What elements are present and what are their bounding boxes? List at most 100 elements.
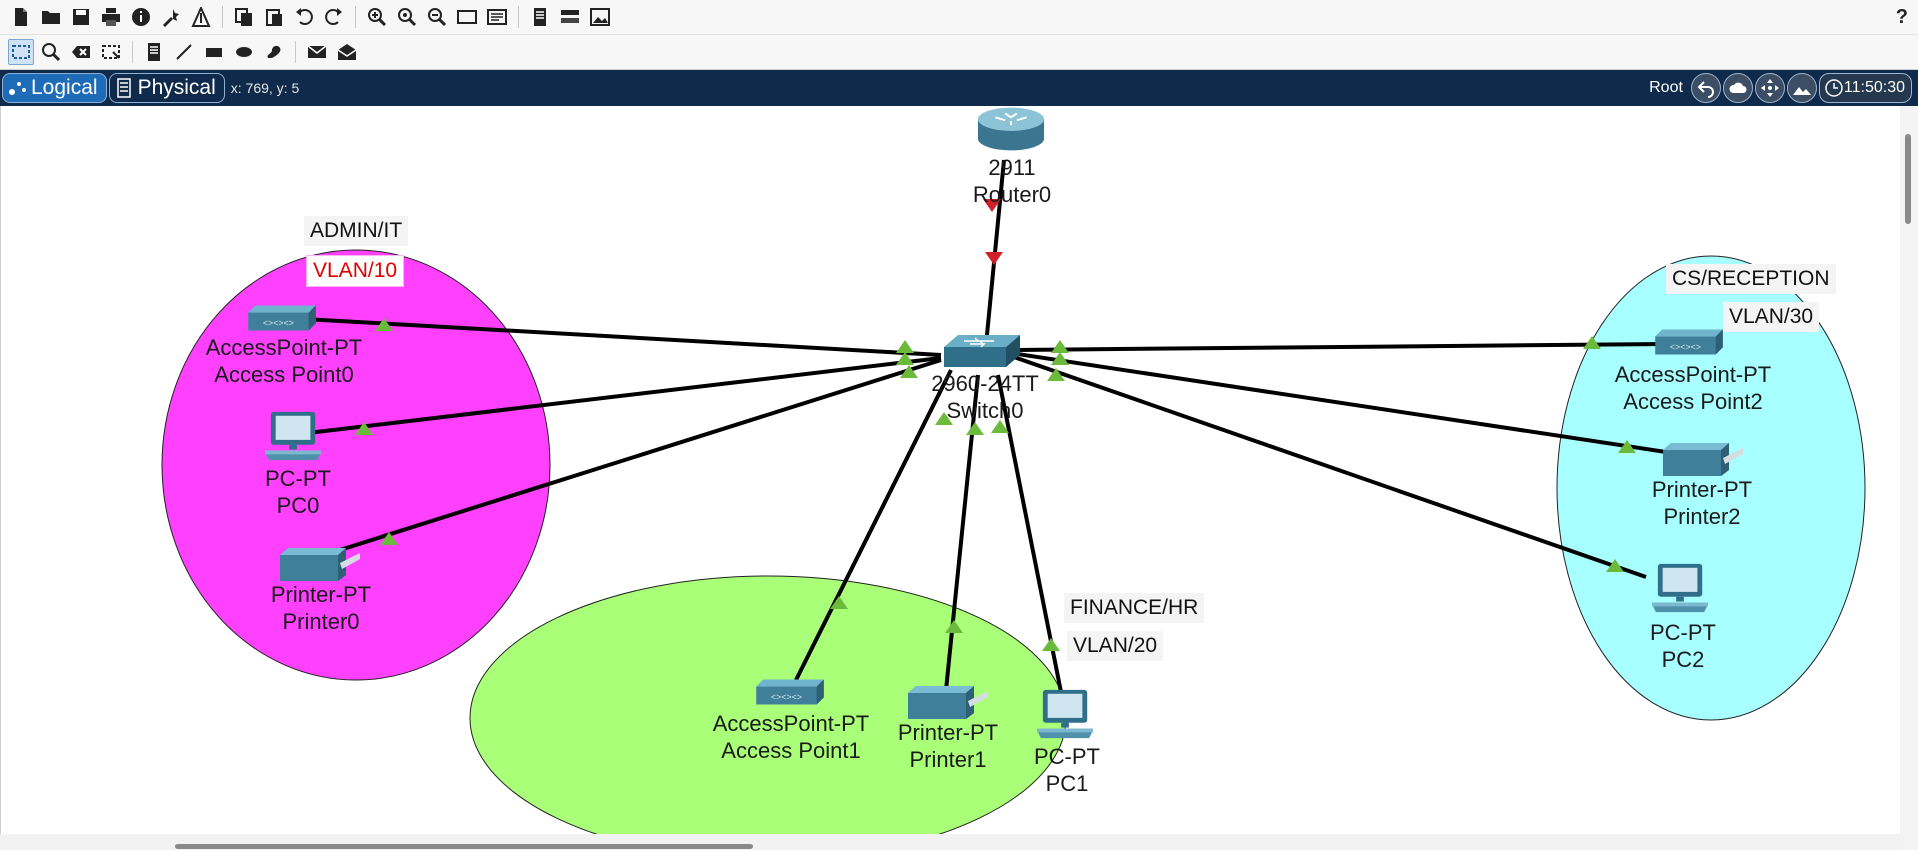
access-point-icon[interactable] (756, 679, 824, 705)
admin-zone-vlan[interactable]: VLAN/10 (306, 255, 405, 287)
tab-logical-label: Logical (31, 76, 98, 99)
move-object-icon[interactable] (1754, 73, 1785, 103)
new-cluster-icon[interactable] (1722, 73, 1753, 103)
ap1-model: AccessPoint-PT (712, 711, 870, 736)
custom-devices-dialog-icon[interactable] (484, 4, 510, 30)
tab-physical-label: Physical (137, 76, 216, 99)
paste-icon[interactable] (261, 4, 287, 30)
zoom-reset-icon[interactable] (394, 4, 420, 30)
toolbar-divider (355, 6, 356, 28)
tab-physical[interactable]: Physical (108, 73, 225, 103)
cs-zone-title[interactable]: CS/RECEPTION (1666, 264, 1836, 294)
zoom-in-icon[interactable] (364, 4, 390, 30)
clock-icon (1825, 79, 1843, 97)
printer0-name: Printer0 (282, 609, 360, 634)
toolbar-divider (295, 41, 296, 63)
ap0-model: AccessPoint-PT (205, 335, 363, 360)
cs-zone-vlan[interactable]: VLAN/30 (1723, 302, 1820, 332)
pc-icon[interactable] (265, 411, 321, 461)
cursor-coordinates: x: 769, y: 5 (230, 80, 300, 96)
undo-icon[interactable] (291, 4, 317, 30)
pc2-label: PC-PT PC2 (1650, 619, 1716, 673)
admin-zone-title[interactable]: ADMIN/IT (304, 216, 409, 246)
delete-icon[interactable] (68, 39, 94, 65)
horizontal-scrollbar[interactable] (0, 834, 1900, 850)
print-icon[interactable] (98, 4, 124, 30)
access-point-icon[interactable] (248, 305, 316, 331)
pc0-name: PC0 (276, 493, 320, 518)
printer2-label: Printer-PT Printer2 (1652, 476, 1752, 530)
printer2-model: Printer-PT (1651, 477, 1753, 502)
toolbar-divider (518, 6, 519, 28)
vertical-scrollbar[interactable] (1900, 106, 1918, 834)
finance-zone-title[interactable]: FINANCE/HR (1064, 593, 1205, 623)
link-switch-ap2[interactable] (1010, 342, 1667, 352)
resize-icon[interactable] (98, 39, 124, 65)
horizontal-scroll-thumb[interactable] (175, 844, 753, 849)
rectangle-icon[interactable] (201, 39, 227, 65)
back-icon[interactable] (1690, 73, 1721, 103)
open-folder-icon[interactable] (38, 4, 64, 30)
ap2-model: AccessPoint-PT (1614, 362, 1772, 387)
ellipse-icon[interactable] (231, 39, 257, 65)
vertical-scroll-thumb[interactable] (1905, 134, 1911, 224)
drawing-palette-icon[interactable] (454, 4, 480, 30)
clock-time: 11:50:30 (1843, 79, 1905, 96)
access-point-icon[interactable] (1655, 329, 1723, 355)
router-icon[interactable] (976, 106, 1046, 152)
copy-icon[interactable] (231, 4, 257, 30)
printer0-label: Printer-PT Printer0 (271, 581, 371, 635)
pc0-label: PC-PT PC0 (265, 465, 331, 519)
finance-zone[interactable] (469, 575, 1067, 834)
add-complex-pdu-icon[interactable] (334, 39, 360, 65)
pc-icon[interactable] (1037, 689, 1093, 739)
save-icon[interactable] (68, 4, 94, 30)
link-light (1051, 340, 1069, 353)
link-switch-pc2[interactable] (1010, 354, 1647, 579)
printer1-label: Printer-PT Printer1 (898, 719, 998, 773)
zoom-out-icon[interactable] (424, 4, 450, 30)
printer1-name: Printer1 (909, 747, 987, 772)
pc0-model: PC-PT (265, 466, 331, 491)
redo-icon[interactable] (321, 4, 347, 30)
custom-device-icon[interactable] (188, 4, 214, 30)
note-icon[interactable] (141, 39, 167, 65)
pdu-viewer-icon[interactable] (527, 4, 553, 30)
ap0-label: AccessPoint-PT Access Point0 (206, 334, 363, 388)
printer1-model: Printer-PT (897, 720, 999, 745)
ap2-name: Access Point2 (1623, 389, 1763, 414)
switch-name: Switch0 (946, 398, 1024, 423)
clock[interactable]: 11:50:30 (1818, 73, 1912, 103)
pc-icon[interactable] (1652, 563, 1708, 613)
switch-icon[interactable] (944, 334, 1020, 368)
line-icon[interactable] (171, 39, 197, 65)
logical-workspace[interactable]: <><><> (0, 106, 1900, 834)
set-background-icon[interactable] (1786, 73, 1817, 103)
freeform-icon[interactable] (261, 39, 287, 65)
pc2-name: PC2 (1661, 647, 1705, 672)
toolbar-divider (222, 6, 223, 28)
pc1-name: PC1 (1045, 771, 1089, 796)
select-icon[interactable] (8, 39, 34, 65)
activity-wizard-icon[interactable] (158, 4, 184, 30)
inspect-icon[interactable] (38, 39, 64, 65)
tab-logical[interactable]: Logical (2, 73, 107, 103)
ap0-name: Access Point0 (214, 362, 354, 387)
add-simple-pdu-icon[interactable] (304, 39, 330, 65)
cluster-icon[interactable] (557, 4, 583, 30)
printer0-model: Printer-PT (270, 582, 372, 607)
link-light (985, 252, 1003, 265)
toolbar-divider (132, 41, 133, 63)
switch-model: 2960-24TT (931, 371, 1039, 396)
tools-toolbar (0, 35, 1918, 70)
link-light (896, 340, 914, 353)
logical-icon (9, 82, 26, 95)
router-model: 2911 (988, 155, 1036, 180)
help-button[interactable]: ? (1896, 6, 1908, 29)
info-icon[interactable] (128, 4, 154, 30)
image-icon[interactable] (587, 4, 613, 30)
router-name: Router0 (972, 182, 1052, 207)
new-file-icon[interactable] (8, 4, 34, 30)
root-label: Root (1649, 79, 1683, 96)
finance-zone-vlan[interactable]: VLAN/20 (1067, 631, 1164, 661)
